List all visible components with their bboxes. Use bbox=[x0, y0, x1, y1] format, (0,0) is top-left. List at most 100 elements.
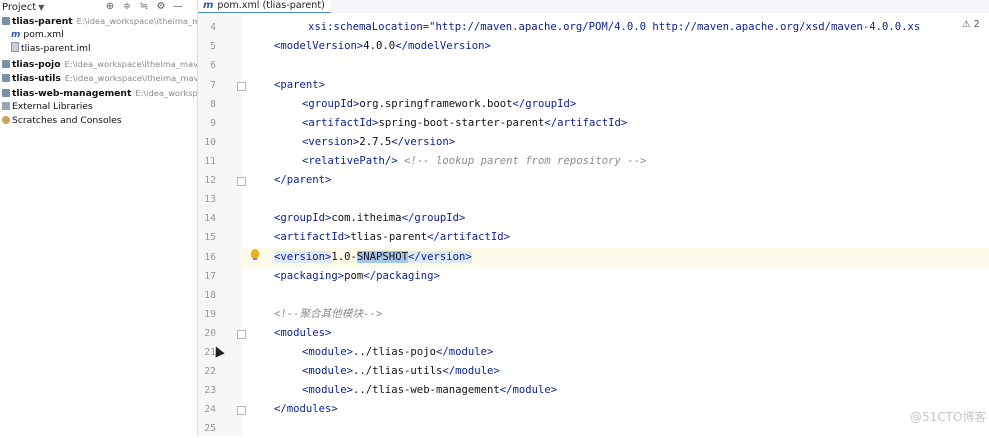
code-line-7: <parent> bbox=[274, 76, 325, 95]
line-number: 12 bbox=[204, 175, 216, 186]
tab-pom-xml[interactable]: m pom.xml (tlias-parent) bbox=[198, 0, 331, 14]
code-line-12: </parent> bbox=[274, 171, 331, 190]
code-tag: </groupId> bbox=[401, 212, 466, 224]
code-line-19: <!--聚合其他模块--> bbox=[274, 305, 382, 324]
library-icon bbox=[2, 102, 10, 110]
code-line-22: <module>../tlias-utils</module> bbox=[302, 362, 500, 381]
code-tag: <module> bbox=[302, 346, 354, 358]
code-comment: <!--聚合其他模块--> bbox=[274, 308, 383, 320]
code-tag: </packaging> bbox=[363, 270, 440, 282]
code-tag: <groupId> bbox=[274, 212, 332, 224]
inspection-widget[interactable]: ⚠ 2 bbox=[962, 19, 980, 30]
code-text: tlias-parent bbox=[350, 231, 428, 243]
code-tag: </module> bbox=[435, 346, 494, 358]
line-number: 9 bbox=[210, 118, 216, 129]
line-number: 23 bbox=[204, 385, 216, 396]
code-text: 1.0- bbox=[331, 251, 357, 263]
code-line-14: <groupId>com.itheima</groupId> bbox=[274, 209, 465, 228]
project-panel-title[interactable]: Project bbox=[2, 2, 36, 13]
tree-item-scratches[interactable]: Scratches and Consoles bbox=[2, 114, 122, 128]
code-line-9: <artifactId>spring-boot-starter-parent</… bbox=[302, 114, 627, 133]
code-text: ../tlias-pojo bbox=[353, 346, 436, 358]
tree-item-path: E:\idea_workspace\itheima_maven bbox=[64, 59, 198, 69]
tree-item-tlias-utils[interactable]: tlias-utils E:\idea_workspace\itheima_mav… bbox=[2, 71, 198, 85]
tree-item-path: E:\idea_workspace\itheima_maven_ bbox=[64, 73, 198, 83]
code-line-17: <packaging>pom</packaging> bbox=[274, 267, 440, 286]
code-line-16: <version>1.0-SNAPSHOT</version> bbox=[274, 248, 472, 267]
code-tag: </parent> bbox=[274, 174, 332, 186]
tree-item-label: tlias-web-management bbox=[12, 88, 132, 99]
tree-item-tlias-web-management[interactable]: tlias-web-managementE:\idea_workspace\ bbox=[2, 86, 198, 100]
gear-icon[interactable]: ⚙ bbox=[155, 0, 167, 14]
code-line-24: </modules> bbox=[274, 400, 338, 419]
chevron-down-icon[interactable]: ▼ bbox=[38, 3, 44, 12]
tree-item-iml[interactable]: tlias-parent.iml bbox=[11, 42, 91, 56]
tree-item-label: External Libraries bbox=[12, 101, 93, 112]
tree-item-tlias-parent[interactable]: tlias-parentE:\idea_workspace\itheima_ma… bbox=[2, 14, 197, 28]
code-tag: <module> bbox=[302, 384, 354, 396]
collapse-all-icon[interactable]: ≒ bbox=[138, 0, 150, 14]
fold-marker[interactable] bbox=[237, 82, 246, 91]
code-tag: </artifactId> bbox=[544, 117, 628, 129]
line-number: 24 bbox=[204, 404, 216, 415]
warning-icon: ⚠ bbox=[962, 19, 971, 30]
fold-marker[interactable] bbox=[237, 177, 246, 186]
code-line-10: <version>2.7.5</version> bbox=[302, 133, 455, 152]
code-tag: <relativePath/> bbox=[302, 155, 398, 167]
code-line-5: <modelVersion>4.0.0</modelVersion> bbox=[274, 37, 491, 56]
maven-icon: m bbox=[11, 30, 21, 40]
scratch-icon bbox=[2, 116, 10, 124]
code-line-11: <relativePath/> <!-- lookup parent from … bbox=[302, 152, 646, 171]
line-number: 13 bbox=[204, 194, 216, 205]
project-panel-toolbar: ⊕ ≑ ≒ ⚙ — bbox=[104, 0, 184, 14]
fold-marker[interactable] bbox=[237, 406, 246, 415]
tree-item-external-libraries[interactable]: External Libraries bbox=[2, 100, 93, 114]
selected-text: SNAPSHOT bbox=[356, 251, 408, 263]
code-tag: </version> bbox=[391, 136, 456, 148]
tree-item-label: tlias-parent.iml bbox=[21, 43, 91, 54]
code-line-23: <module>../tlias-web-management</module> bbox=[302, 381, 557, 400]
expand-all-icon[interactable]: ≑ bbox=[121, 0, 133, 14]
module-icon bbox=[2, 74, 10, 82]
line-number: 25 bbox=[204, 423, 216, 434]
fold-marker[interactable] bbox=[237, 330, 246, 339]
line-number: 17 bbox=[204, 271, 216, 282]
tree-item-tlias-pojo[interactable]: tlias-pojo E:\idea_workspace\itheima_mave… bbox=[2, 57, 198, 71]
code-tag: </module> bbox=[499, 384, 558, 396]
code-tag: <modules> bbox=[274, 327, 332, 339]
tree-item-path: E:\idea_workspace\itheima_mave bbox=[76, 16, 197, 26]
code-tag: </modelVersion> bbox=[395, 40, 491, 52]
module-icon bbox=[2, 17, 10, 25]
code-tag: </module> bbox=[442, 365, 500, 377]
lightbulb-icon[interactable] bbox=[251, 249, 259, 260]
code-tag: <parent> bbox=[274, 79, 326, 91]
line-number: 22 bbox=[204, 366, 216, 377]
code-text: 4.0.0 bbox=[363, 40, 396, 52]
watermark: @51CTO博客 bbox=[910, 410, 987, 424]
code-tag: <artifactId> bbox=[302, 117, 379, 129]
code-tag: </modules> bbox=[274, 403, 338, 415]
code-text: ../tlias-web-management bbox=[353, 384, 500, 396]
module-icon bbox=[2, 60, 10, 68]
tree-item-label: tlias-utils bbox=[12, 73, 61, 84]
line-number: 18 bbox=[204, 290, 216, 301]
line-number: 19 bbox=[204, 309, 216, 320]
tree-item-label: tlias-pojo bbox=[12, 59, 61, 70]
code-tag: <groupId> bbox=[302, 98, 360, 110]
tree-item-pom-xml[interactable]: m pom.xml bbox=[11, 28, 64, 42]
editor-tab-bar: m pom.xml (tlias-parent) bbox=[198, 0, 989, 14]
code-tag: <packaging> bbox=[274, 270, 345, 282]
tree-item-path: E:\idea_workspace\ bbox=[135, 88, 198, 98]
line-number: 14 bbox=[204, 213, 216, 224]
code-tag: <version> bbox=[274, 251, 332, 263]
code-tag: </artifactId> bbox=[427, 231, 511, 243]
code-line-8: <groupId>org.springframework.boot</group… bbox=[302, 95, 576, 114]
code-tag: </version> bbox=[407, 251, 472, 263]
line-number: 7 bbox=[210, 80, 216, 91]
code-text: ../tlias-utils bbox=[353, 365, 443, 377]
code-text: org.springframework.boot bbox=[359, 98, 513, 110]
code-line-15: <artifactId>tlias-parent</artifactId> bbox=[274, 228, 510, 247]
line-number: 11 bbox=[204, 156, 216, 167]
locate-icon[interactable]: ⊕ bbox=[104, 0, 116, 14]
minimize-icon[interactable]: — bbox=[172, 0, 184, 14]
